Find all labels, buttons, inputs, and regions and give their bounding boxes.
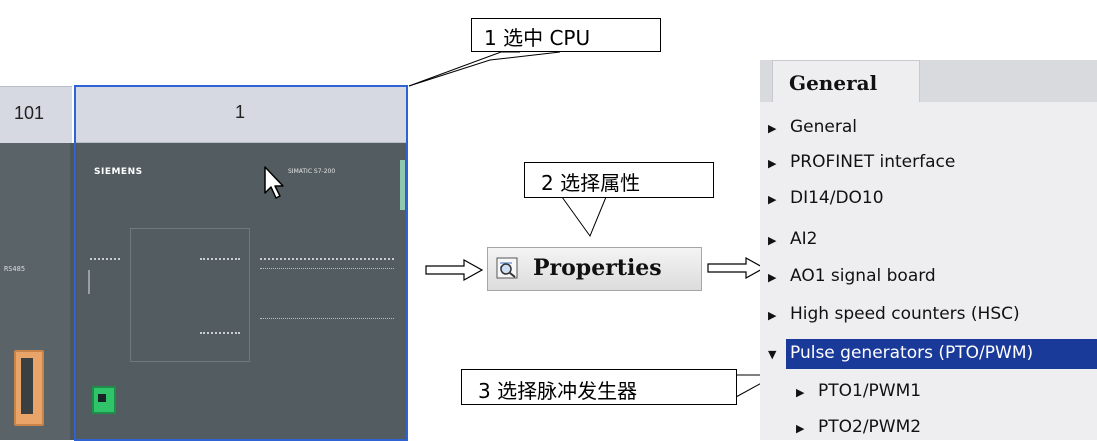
callout-select-properties: 2 选择属性 <box>524 162 714 198</box>
arrow-right-icon <box>425 258 484 282</box>
tree-item-di14-do10[interactable]: ▶ DI14/DO10 <box>768 188 884 208</box>
tree-item-profinet-interface[interactable]: ▶ PROFINET interface <box>768 152 955 172</box>
expand-arrow-icon: ▶ <box>768 271 777 284</box>
tree-item-high-speed-counters[interactable]: ▶ High speed counters (HSC) <box>768 304 1020 324</box>
expand-arrow-icon: ▶ <box>796 422 805 435</box>
tree-item-ao1-signal-board[interactable]: ▶ AO1 signal board <box>768 266 936 286</box>
properties-button-label: Properties <box>533 255 662 281</box>
expand-arrow-icon: ▶ <box>796 386 805 399</box>
tree-item-ai2[interactable]: ▶ AI2 <box>768 229 817 249</box>
arrow-right-icon <box>707 256 766 280</box>
expand-arrow-icon: ▶ <box>768 122 777 135</box>
expand-arrow-icon: ▶ <box>768 309 777 322</box>
tree-item-pulse-generators[interactable]: ▼ Pulse generators (PTO/PWM) <box>768 343 1033 363</box>
callout-select-cpu: 1 选中 CPU <box>471 18 661 52</box>
tab-label: General <box>789 71 878 95</box>
tree-item-pto1-pwm1[interactable]: ▶ PTO1/PWM1 <box>796 381 921 401</box>
expand-arrow-icon: ▶ <box>768 157 777 170</box>
expand-arrow-icon: ▶ <box>768 234 777 247</box>
collapse-arrow-icon: ▼ <box>768 348 777 361</box>
tree-item-pto2-pwm2[interactable]: ▶ PTO2/PWM2 <box>796 417 921 437</box>
expand-arrow-icon: ▶ <box>768 193 777 206</box>
tab-general[interactable]: General <box>772 60 920 102</box>
callout-select-pulse-generator: 3 选择脉冲发生器 <box>461 369 737 405</box>
tree-item-general[interactable]: ▶ General <box>768 117 857 137</box>
properties-magnifier-icon <box>496 257 518 279</box>
